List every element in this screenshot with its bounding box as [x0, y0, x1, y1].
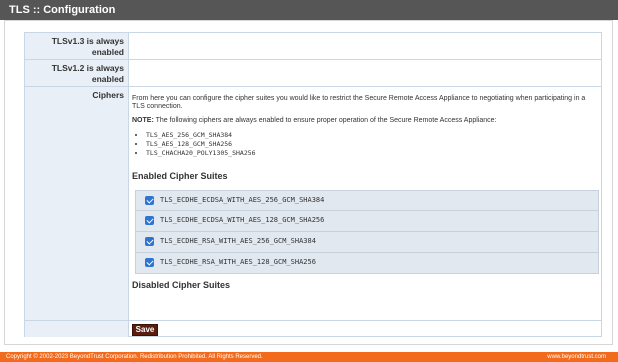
row-tls12: TLSv1.2 is always enabled: [25, 60, 601, 87]
tls12-value: [129, 60, 601, 86]
tls13-label: TLSv1.3 is always enabled: [25, 33, 129, 59]
row-tls13: TLSv1.3 is always enabled: [25, 33, 601, 60]
cipher-suite-item[interactable]: TLS_ECDHE_ECDSA_WITH_AES_256_GCM_SHA384: [135, 190, 599, 211]
save-button[interactable]: Save: [132, 324, 158, 336]
ciphers-label: Ciphers: [25, 87, 129, 320]
checkbox-checked-icon[interactable]: [145, 216, 154, 225]
ciphers-note: NOTE: The following ciphers are always e…: [132, 117, 594, 124]
footer: Copyright © 2002-2023 BeyondTrust Corpor…: [0, 352, 618, 362]
row-ciphers: Ciphers From here you can configure the …: [25, 87, 601, 321]
cipher-suite-name: TLS_ECDHE_ECDSA_WITH_AES_256_GCM_SHA384: [160, 196, 325, 204]
disabled-cipher-suites-heading: Disabled Cipher Suites: [132, 280, 231, 290]
cipher-suite-item[interactable]: TLS_ECDHE_RSA_WITH_AES_128_GCM_SHA256: [135, 253, 599, 274]
cipher-suite-name: TLS_ECDHE_ECDSA_WITH_AES_128_GCM_SHA256: [160, 216, 325, 224]
cipher-suite-name: TLS_ECDHE_RSA_WITH_AES_256_GCM_SHA384: [160, 237, 316, 245]
checkbox-checked-icon[interactable]: [145, 196, 154, 205]
enabled-cipher-suites-list: TLS_ECDHE_ECDSA_WITH_AES_256_GCM_SHA384 …: [135, 190, 599, 274]
checkbox-checked-icon[interactable]: [145, 258, 154, 267]
page-title: TLS :: Configuration: [0, 0, 618, 20]
note-label: NOTE:: [132, 117, 154, 124]
copyright-text: Copyright © 2002-2023 BeyondTrust Corpor…: [6, 354, 263, 360]
tls-config-table: TLSv1.3 is always enabled TLSv1.2 is alw…: [24, 32, 602, 337]
actions-label: [25, 321, 129, 337]
always-enabled-cipher: TLS_AES_128_GCM_SHA256: [146, 140, 256, 149]
note-text: The following ciphers are always enabled…: [153, 117, 497, 124]
ciphers-description: From here you can configure the cipher s…: [132, 95, 586, 110]
ciphers-value: From here you can configure the cipher s…: [129, 87, 601, 320]
row-actions: Save: [25, 321, 601, 337]
cipher-suite-name: TLS_ECDHE_RSA_WITH_AES_128_GCM_SHA256: [160, 258, 316, 266]
tls12-label: TLSv1.2 is always enabled: [25, 60, 129, 86]
footer-link[interactable]: www.beyondtrust.com: [547, 352, 606, 362]
always-enabled-cipher: TLS_CHACHA20_POLY1305_SHA256: [146, 149, 256, 158]
always-enabled-ciphers-list: TLS_AES_256_GCM_SHA384 TLS_AES_128_GCM_S…: [137, 131, 256, 158]
actions-value: Save: [129, 321, 601, 337]
cipher-suite-item[interactable]: TLS_ECDHE_ECDSA_WITH_AES_128_GCM_SHA256: [135, 211, 599, 232]
tls13-value: [129, 33, 601, 59]
cipher-suite-item[interactable]: TLS_ECDHE_RSA_WITH_AES_256_GCM_SHA384: [135, 232, 599, 253]
enabled-cipher-suites-heading: Enabled Cipher Suites: [132, 171, 228, 181]
checkbox-checked-icon[interactable]: [145, 237, 154, 246]
always-enabled-cipher: TLS_AES_256_GCM_SHA384: [146, 131, 256, 140]
